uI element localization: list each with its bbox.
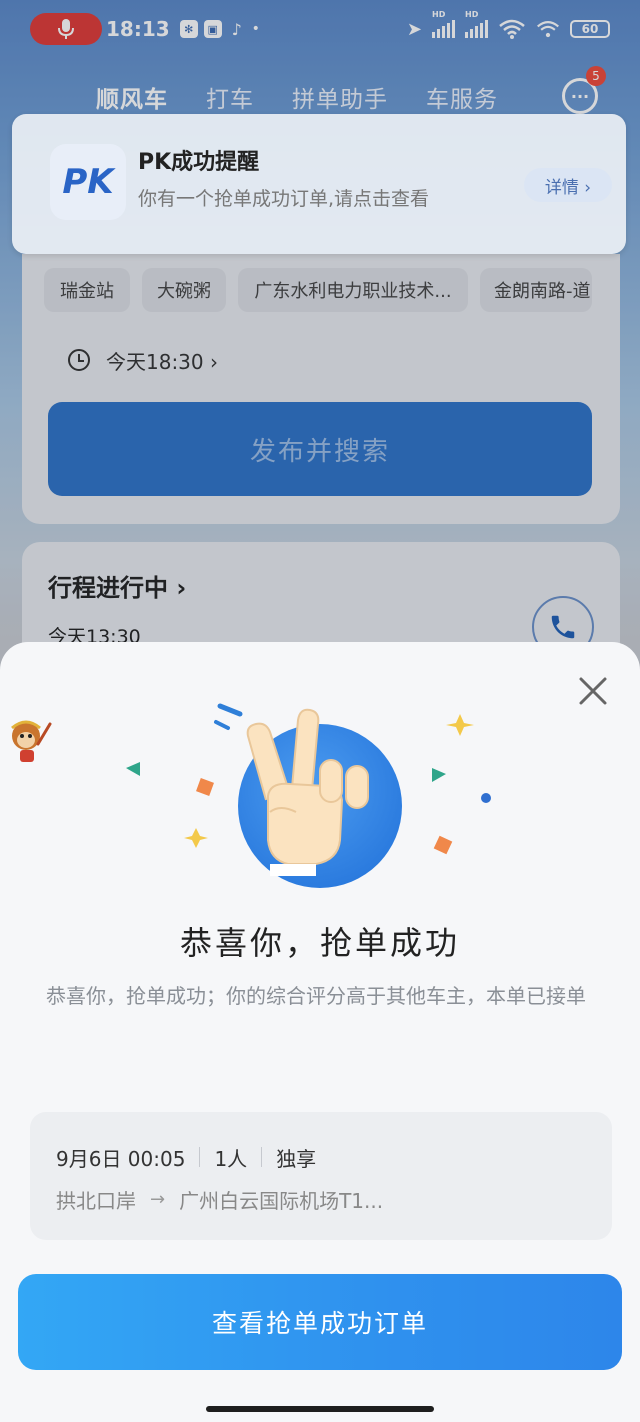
order-summary-card[interactable] — [30, 1112, 612, 1240]
success-description: 恭喜你，抢单成功；你的综合评分高于其他车主，本单已接单 — [46, 984, 586, 1008]
close-icon[interactable] — [574, 672, 612, 710]
monkey-king-icon[interactable] — [4, 714, 54, 766]
order-route-row: 拱北口岸 → 广州白云国际机场T1... — [56, 1184, 383, 1214]
route-arrow-icon: → — [150, 1188, 166, 1210]
success-title: 恭喜你，抢单成功 — [179, 924, 460, 962]
pk-notification[interactable]: PK PK成功提醒 你有一个抢单成功订单,请点击查看 详情 › — [12, 114, 626, 254]
order-type: 独享 — [276, 1146, 317, 1171]
order-passengers: 1人 — [214, 1146, 248, 1171]
home-indicator[interactable] — [206, 1406, 434, 1412]
view-order-button[interactable]: 查看抢单成功订单 — [18, 1274, 622, 1370]
pk-notification-title: PK成功提醒 — [138, 150, 260, 175]
order-from: 拱北口岸 — [56, 1188, 136, 1213]
pk-logo: PK — [50, 144, 126, 220]
order-datetime: 9月6日 00:05 — [56, 1146, 186, 1171]
order-meta-row: 9月6日 00:05 1人 独享 — [56, 1142, 316, 1172]
victory-hand-illustration — [126, 703, 491, 876]
pk-detail-button[interactable]: 详情 › — [524, 168, 612, 202]
order-to: 广州白云国际机场T1... — [179, 1188, 384, 1213]
divider — [199, 1147, 201, 1167]
divider — [261, 1147, 263, 1167]
pk-notification-body: 你有一个抢单成功订单,请点击查看 — [138, 188, 430, 210]
